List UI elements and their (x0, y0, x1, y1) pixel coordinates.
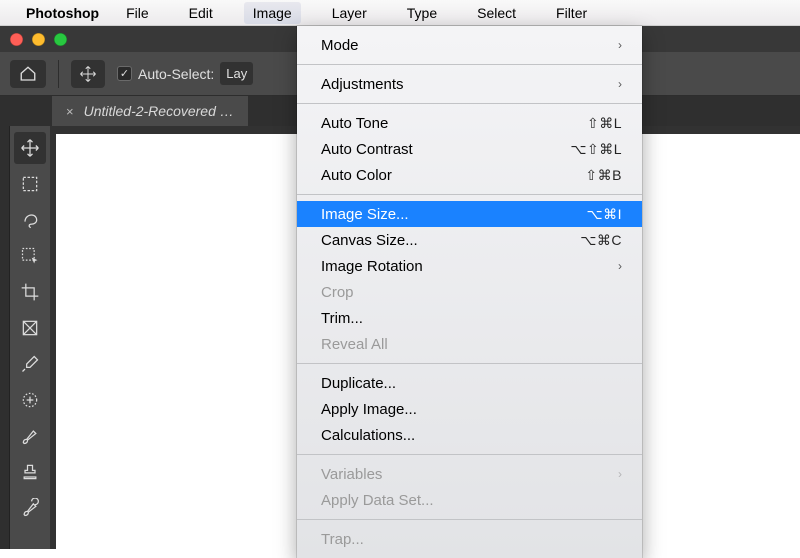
tool-palette (10, 126, 50, 549)
options-separator (58, 60, 59, 88)
move-tool-icon (79, 65, 97, 83)
menu-item-shortcut: ⇧⌘B (585, 167, 622, 184)
menu-item-label: Crop (321, 284, 354, 301)
stamp-icon (20, 462, 40, 482)
menu-item-label: Trap... (321, 531, 364, 548)
menu-separator (297, 103, 642, 104)
menu-separator (297, 519, 642, 520)
menu-item-label: Auto Color (321, 167, 392, 184)
macos-menubar: Photoshop File Edit Image Layer Type Select Fi… (0, 0, 800, 26)
home-button[interactable] (10, 60, 46, 88)
menu-item-label: Adjustments (321, 76, 404, 93)
tool-lasso[interactable] (14, 204, 46, 236)
menu-item-shortcut: ⌥⇧⌘L (570, 141, 622, 158)
menu-item-image-rotation[interactable]: Image Rotation › (297, 253, 642, 279)
menu-item-apply-data-set: Apply Data Set... (297, 487, 642, 513)
auto-select-label: Auto-Select: (138, 66, 214, 82)
menu-item-label: Image Size... (321, 206, 409, 223)
menu-edit[interactable]: Edit (180, 2, 222, 24)
menu-item-label: Image Rotation (321, 258, 423, 275)
menu-item-label: Apply Image... (321, 401, 417, 418)
tool-eyedropper[interactable] (14, 348, 46, 380)
tool-history-brush[interactable] (14, 492, 46, 524)
tool-quick-select[interactable] (14, 240, 46, 272)
menu-filter[interactable]: Filter (547, 2, 596, 24)
frame-icon (20, 318, 40, 338)
menu-item-auto-contrast[interactable]: Auto Contrast ⌥⇧⌘L (297, 136, 642, 162)
marquee-icon (20, 174, 40, 194)
menu-item-label: Reveal All (321, 336, 388, 353)
close-window-button[interactable] (10, 33, 23, 46)
lasso-icon (20, 210, 40, 230)
menu-file[interactable]: File (117, 2, 158, 24)
tool-brush[interactable] (14, 420, 46, 452)
menu-separator (297, 363, 642, 364)
left-gutter (0, 126, 10, 549)
menu-item-label: Auto Contrast (321, 141, 413, 158)
menu-item-label: Duplicate... (321, 375, 396, 392)
tool-indicator[interactable] (71, 60, 105, 88)
close-tab-icon[interactable]: × (66, 104, 74, 119)
document-tab-title: Untitled-2-Recovered … (84, 103, 234, 119)
menu-item-apply-image[interactable]: Apply Image... (297, 396, 642, 422)
chevron-right-icon: › (618, 77, 622, 91)
menu-item-adjustments[interactable]: Adjustments › (297, 71, 642, 97)
menu-type[interactable]: Type (398, 2, 446, 24)
menu-item-label: Mode (321, 37, 359, 54)
menu-separator (297, 64, 642, 65)
home-icon (19, 65, 37, 83)
tool-stamp[interactable] (14, 456, 46, 488)
menu-item-mode[interactable]: Mode › (297, 32, 642, 58)
menu-item-label: Trim... (321, 310, 363, 327)
menu-item-shortcut: ⇧⌘L (587, 115, 622, 132)
auto-select-group: ✓ Auto-Select: Lay (117, 62, 253, 85)
auto-select-target-dropdown[interactable]: Lay (220, 62, 253, 85)
tool-frame[interactable] (14, 312, 46, 344)
menu-item-auto-tone[interactable]: Auto Tone ⇧⌘L (297, 110, 642, 136)
menu-item-image-size[interactable]: Image Size... ⌥⌘I (297, 201, 642, 227)
chevron-right-icon: › (618, 259, 622, 273)
menu-item-reveal-all: Reveal All (297, 331, 642, 357)
chevron-right-icon: › (618, 38, 622, 52)
crop-icon (20, 282, 40, 302)
image-menu-dropdown: Mode › Adjustments › Auto Tone ⇧⌘L Auto Contra… (297, 26, 642, 558)
menu-layer[interactable]: Layer (323, 2, 376, 24)
auto-select-checkbox[interactable]: ✓ (117, 66, 132, 81)
menu-separator (297, 194, 642, 195)
menu-item-variables: Variables › (297, 461, 642, 487)
menu-item-trim[interactable]: Trim... (297, 305, 642, 331)
menu-image[interactable]: Image (244, 2, 301, 24)
menu-item-label: Apply Data Set... (321, 492, 434, 509)
menu-item-label: Canvas Size... (321, 232, 418, 249)
app-name[interactable]: Photoshop (26, 5, 99, 21)
zoom-window-button[interactable] (54, 33, 67, 46)
menu-item-shortcut: ⌥⌘C (580, 232, 622, 249)
menu-item-shortcut: ⌥⌘I (586, 206, 622, 223)
menu-item-canvas-size[interactable]: Canvas Size... ⌥⌘C (297, 227, 642, 253)
menu-separator (297, 454, 642, 455)
brush-icon (20, 426, 40, 446)
tool-marquee[interactable] (14, 168, 46, 200)
menu-item-label: Calculations... (321, 427, 415, 444)
menu-item-label: Auto Tone (321, 115, 388, 132)
tool-crop[interactable] (14, 276, 46, 308)
move-icon (20, 138, 40, 158)
menu-item-duplicate[interactable]: Duplicate... (297, 370, 642, 396)
menu-item-auto-color[interactable]: Auto Color ⇧⌘B (297, 162, 642, 188)
history-brush-icon (20, 498, 40, 518)
tool-move[interactable] (14, 132, 46, 164)
healing-icon (20, 390, 40, 410)
chevron-right-icon: › (618, 467, 622, 481)
quick-select-icon (20, 246, 40, 266)
menu-item-label: Variables (321, 466, 382, 483)
menu-item-trap: Trap... (297, 526, 642, 552)
eyedropper-icon (20, 354, 40, 374)
document-tab[interactable]: × Untitled-2-Recovered … (52, 96, 248, 126)
minimize-window-button[interactable] (32, 33, 45, 46)
menu-item-calculations[interactable]: Calculations... (297, 422, 642, 448)
menu-select[interactable]: Select (468, 2, 525, 24)
menu-item-crop: Crop (297, 279, 642, 305)
tool-healing[interactable] (14, 384, 46, 416)
